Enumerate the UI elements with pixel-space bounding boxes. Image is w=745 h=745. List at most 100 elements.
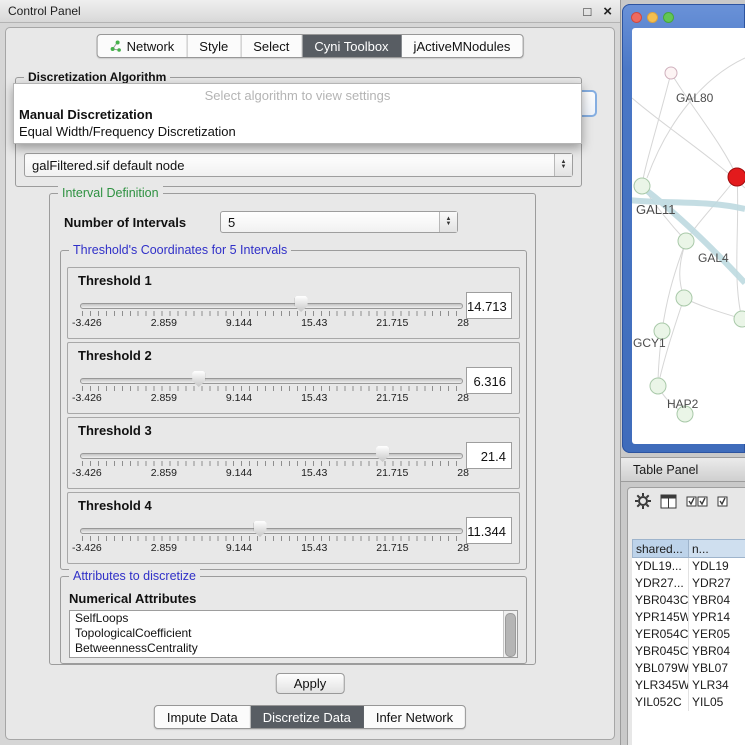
option-equal-width-frequency[interactable]: Equal Width/Frequency Discretization <box>14 123 581 143</box>
list-item-selfloops[interactable]: SelfLoops <box>70 611 517 626</box>
table-row[interactable]: YDR27...YDR27 <box>632 575 745 592</box>
screenshot-root: Control Panel □ × Network Style <box>0 0 745 745</box>
stepper-arrows-icon[interactable]: ▲▼ <box>439 212 457 232</box>
minimize-traffic-light[interactable] <box>647 12 658 23</box>
float-window-icon[interactable]: □ <box>583 5 591 18</box>
stepper-arrows-icon[interactable]: ▲▼ <box>554 154 572 176</box>
cell-name[interactable]: YER05 <box>689 626 745 643</box>
zoom-traffic-light[interactable] <box>663 12 674 23</box>
scrollbar-thumb[interactable] <box>505 613 516 657</box>
number-of-intervals-combo[interactable]: 5 ▲▼ <box>220 211 458 233</box>
tab-jactivemodules[interactable]: jActiveMNodules <box>402 35 523 57</box>
tab-impute-data-label: Impute Data <box>167 710 238 725</box>
tab-impute-data[interactable]: Impute Data <box>155 706 251 728</box>
tab-infer-network[interactable]: Infer Network <box>364 706 465 728</box>
cell-shared[interactable]: YPR145W <box>632 609 689 626</box>
tab-discretize-data[interactable]: Discretize Data <box>251 706 364 728</box>
threshold-4-slider[interactable]: -3.426 2.859 9.144 15.43 21.715 28 <box>80 521 463 559</box>
cell-shared[interactable]: YBL079W <box>632 660 689 677</box>
cell-name[interactable]: YBR04 <box>689 643 745 660</box>
table-row[interactable]: YDL19...YDL19 <box>632 558 745 575</box>
cell-shared[interactable]: YER054C <box>632 626 689 643</box>
tick-label: 2.859 <box>151 392 177 404</box>
threshold-3-slider[interactable]: -3.426 2.859 9.144 15.43 21.715 28 <box>80 446 463 484</box>
gear-icon[interactable] <box>635 493 651 509</box>
network-node[interactable] <box>734 311 745 327</box>
list-item-betweennesscentrality[interactable]: BetweennessCentrality <box>70 641 517 656</box>
table-row[interactable]: YBR045CYBR04 <box>632 643 745 660</box>
option-manual-discretization[interactable]: Manual Discretization <box>14 106 581 123</box>
cell-shared[interactable]: YDL19... <box>632 558 689 575</box>
network-node[interactable] <box>665 67 677 79</box>
columns-icon[interactable] <box>660 494 677 509</box>
network-node[interactable] <box>678 233 694 249</box>
slider-track[interactable] <box>80 528 463 534</box>
threshold-1-value[interactable]: 14.713 <box>466 292 512 319</box>
threshold-4-value[interactable]: 11.344 <box>466 517 512 544</box>
tab-select[interactable]: Select <box>241 35 302 57</box>
tab-network[interactable]: Network <box>98 35 188 57</box>
slider-thumb[interactable] <box>192 371 205 387</box>
interval-definition-group: Interval Definition Number of Intervals … <box>49 193 536 665</box>
network-node[interactable] <box>676 290 692 306</box>
tab-style[interactable]: Style <box>187 35 241 57</box>
close-icon[interactable]: × <box>603 5 612 18</box>
slider-track[interactable] <box>80 453 463 459</box>
threshold-1-box: Threshold 1 -3.426 2.859 9.144 15.43 21.… <box>67 267 520 339</box>
network-node[interactable] <box>634 178 650 194</box>
tick-label: -3.426 <box>72 392 102 404</box>
cell-name[interactable]: YIL05 <box>689 694 745 711</box>
table-data-value: galFiltered.sif default node <box>32 158 184 173</box>
cell-shared[interactable]: YBR043C <box>632 592 689 609</box>
tick-label: 15.43 <box>301 392 327 404</box>
tick-label: 21.715 <box>376 542 408 554</box>
cell-shared[interactable]: YBR045C <box>632 643 689 660</box>
column-header-shared-name[interactable]: shared... <box>632 539 689 558</box>
select-all-checkboxes-icon[interactable] <box>686 495 708 508</box>
network-node-highlighted[interactable] <box>728 168 745 186</box>
slider-track[interactable] <box>80 378 463 384</box>
threshold-1-slider[interactable]: -3.426 2.859 9.144 15.43 21.715 28 <box>80 296 463 334</box>
cell-name[interactable]: YDR27 <box>689 575 745 592</box>
select-column-checkbox-icon[interactable] <box>717 495 728 508</box>
tab-style-label: Style <box>199 39 228 54</box>
tab-cyni-toolbox[interactable]: Cyni Toolbox <box>302 35 401 57</box>
threshold-3-value[interactable]: 21.4 <box>466 442 512 469</box>
table-row[interactable]: YBL079WYBL07 <box>632 660 745 677</box>
table-row[interactable]: YPR145WYPR14 <box>632 609 745 626</box>
cell-name[interactable]: YLR34 <box>689 677 745 694</box>
threshold-1-title: Threshold 1 <box>78 273 152 288</box>
table-row[interactable]: YBR043CYBR04 <box>632 592 745 609</box>
table-body: YDL19...YDL19 YDR27...YDR27 YBR043CYBR04… <box>632 558 745 745</box>
table-panel-titlebar[interactable]: Table Panel <box>621 457 745 482</box>
list-item-topologicalcoefficient[interactable]: TopologicalCoefficient <box>70 626 517 641</box>
slider-thumb[interactable] <box>376 446 389 462</box>
cell-shared[interactable]: YIL052C <box>632 694 689 711</box>
threshold-2-slider[interactable]: -3.426 2.859 9.144 15.43 21.715 28 <box>80 371 463 409</box>
cell-name[interactable]: YBR04 <box>689 592 745 609</box>
slider-thumb[interactable] <box>295 296 308 312</box>
cell-name[interactable]: YBL07 <box>689 660 745 677</box>
column-header-name[interactable]: n... <box>689 539 745 558</box>
cell-name[interactable]: YPR14 <box>689 609 745 626</box>
tab-cyni-toolbox-label: Cyni Toolbox <box>314 39 388 54</box>
table-row[interactable]: YER054CYER05 <box>632 626 745 643</box>
close-traffic-light[interactable] <box>631 12 642 23</box>
cell-shared[interactable]: YDR27... <box>632 575 689 592</box>
network-node[interactable] <box>650 378 666 394</box>
table-row[interactable]: YIL052CYIL05 <box>632 694 745 711</box>
slider-track[interactable] <box>80 303 463 309</box>
apply-button[interactable]: Apply <box>276 673 345 694</box>
table-data-combo[interactable]: galFiltered.sif default node ▲▼ <box>24 153 573 177</box>
threshold-2-value[interactable]: 6.316 <box>466 367 512 394</box>
thresholds-group-label: Threshold's Coordinates for 5 Intervals <box>69 243 291 257</box>
list-scrollbar[interactable] <box>503 611 517 657</box>
tick-label: 9.144 <box>226 392 252 404</box>
table-row[interactable]: YLR345WYLR34 <box>632 677 745 694</box>
tick-label: 9.144 <box>226 317 252 329</box>
cell-name[interactable]: YDL19 <box>689 558 745 575</box>
cell-shared[interactable]: YLR345W <box>632 677 689 694</box>
slider-thumb[interactable] <box>254 521 267 537</box>
tick-label: -3.426 <box>72 467 102 479</box>
network-canvas[interactable]: GAL80 GAL11 GAL4 GCY1 HAP2 <box>632 28 745 444</box>
